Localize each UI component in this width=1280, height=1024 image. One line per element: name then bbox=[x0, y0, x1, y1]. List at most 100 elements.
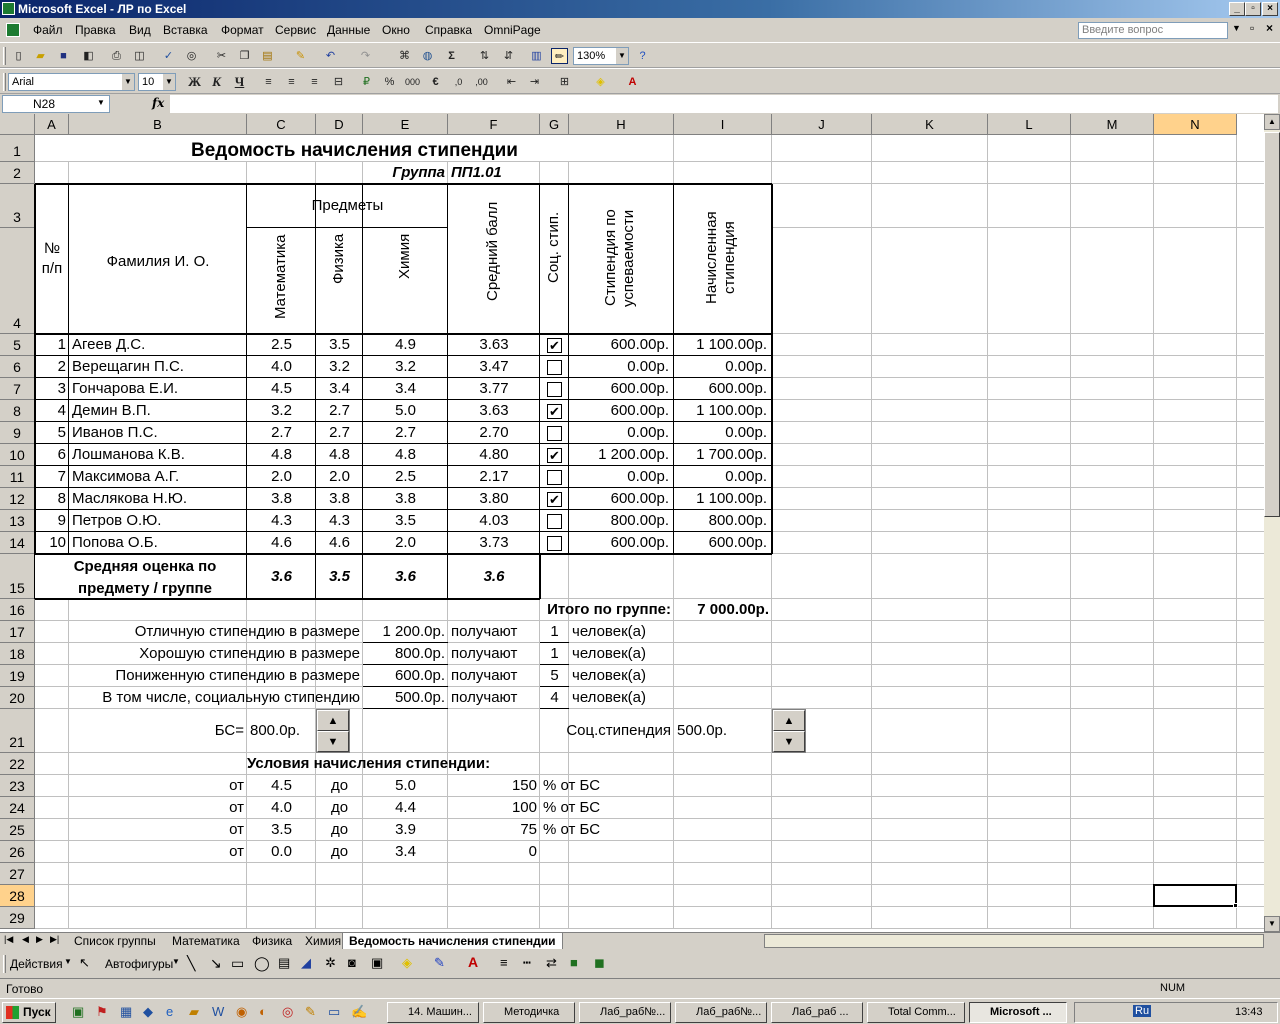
spelling-icon[interactable]: ✓ bbox=[160, 48, 177, 64]
currency-icon[interactable]: ₽ bbox=[358, 74, 375, 90]
increase-indent-icon[interactable]: ⇥ bbox=[526, 74, 543, 90]
menu-tools[interactable]: Сервис bbox=[275, 23, 316, 37]
clipart-icon[interactable]: ◙ bbox=[348, 955, 356, 970]
tab-math[interactable]: Математика bbox=[166, 933, 246, 949]
workbook-icon[interactable] bbox=[6, 23, 20, 37]
scroll-thumb[interactable] bbox=[1264, 132, 1280, 517]
ask-question-input[interactable]: Введите вопрос bbox=[1078, 22, 1228, 39]
function-icon[interactable]: fx bbox=[152, 96, 164, 110]
doc-close-icon[interactable]: × bbox=[1266, 21, 1273, 35]
tab-scholarship[interactable]: Ведомость начисления стипендии bbox=[342, 933, 563, 949]
column-header-F[interactable]: F bbox=[448, 114, 540, 135]
formula-input[interactable] bbox=[170, 95, 1278, 113]
hyperlink-icon[interactable]: ⌘ bbox=[396, 48, 413, 64]
row-header-17[interactable]: 17 bbox=[0, 621, 35, 643]
row-header-9[interactable]: 9 bbox=[0, 422, 35, 444]
diagram-icon[interactable]: ✲ bbox=[325, 955, 336, 971]
worksheet-grid[interactable]: A B C D E F G H I J K L M N 1 2 3 4 5 6 7 8 9 10 11 12 13 14 15 16 17 1… bbox=[0, 114, 1264, 932]
tab-group-list[interactable]: Список группы bbox=[68, 933, 162, 949]
row-header-3[interactable]: 3 bbox=[0, 184, 35, 228]
quicklaunch-app-icon[interactable]: ◆ bbox=[143, 1004, 153, 1020]
open-icon[interactable]: ▰ bbox=[32, 48, 49, 64]
chevron-down-icon[interactable]: ▼ bbox=[122, 74, 134, 90]
task-total-commander[interactable]: Total Comm... bbox=[867, 1002, 965, 1023]
menu-help[interactable]: Справка bbox=[425, 23, 472, 37]
quicklaunch-player-icon[interactable]: ◐ bbox=[259, 1004, 267, 1019]
row-header-5[interactable]: 5 bbox=[0, 334, 35, 356]
quicklaunch-acrobat-icon[interactable]: ◎ bbox=[282, 1004, 293, 1020]
quicklaunch-excel-icon[interactable]: ▣ bbox=[72, 1004, 84, 1020]
copy-icon[interactable]: ❐ bbox=[236, 48, 253, 64]
select-all-corner[interactable] bbox=[0, 114, 35, 135]
name-box[interactable]: N28 bbox=[2, 95, 110, 113]
oval-icon[interactable]: ◯ bbox=[254, 955, 270, 972]
line-color-icon[interactable]: ✎ bbox=[434, 955, 445, 971]
doc-restore-icon[interactable]: ▫ bbox=[1250, 21, 1254, 35]
arrow-icon[interactable]: ↘ bbox=[210, 955, 222, 972]
toolbar-grip[interactable] bbox=[3, 73, 6, 91]
picture-icon[interactable]: ▣ bbox=[371, 955, 383, 971]
row-header-14[interactable]: 14 bbox=[0, 532, 35, 554]
menu-view[interactable]: Вид bbox=[129, 23, 151, 37]
autoshapes-menu[interactable]: Автофигуры bbox=[105, 957, 173, 971]
social-checkbox[interactable]: ✔ bbox=[547, 404, 562, 419]
vertical-scrollbar[interactable]: ▲ ▼ bbox=[1264, 114, 1280, 932]
menu-data[interactable]: Данные bbox=[327, 23, 370, 37]
social-checkbox[interactable] bbox=[547, 536, 562, 551]
row-header-27[interactable]: 27 bbox=[0, 863, 35, 885]
social-checkbox[interactable] bbox=[547, 382, 562, 397]
task-microsoft-excel[interactable]: Microsoft ... bbox=[969, 1002, 1067, 1023]
row-header-23[interactable]: 23 bbox=[0, 775, 35, 797]
menu-file[interactable]: Файл bbox=[33, 23, 63, 37]
column-header-E[interactable]: E bbox=[363, 114, 448, 135]
actions-menu[interactable]: Действия bbox=[10, 957, 63, 971]
row-header-28[interactable]: 28 bbox=[0, 885, 35, 907]
row-header-8[interactable]: 8 bbox=[0, 400, 35, 422]
align-left-icon[interactable]: ≡ bbox=[260, 74, 277, 90]
quicklaunch-word-icon[interactable]: W bbox=[212, 1004, 224, 1019]
rectangle-icon[interactable]: ▭ bbox=[231, 955, 244, 972]
chevron-down-icon[interactable]: ▼ bbox=[64, 957, 72, 966]
quicklaunch-tool-icon[interactable]: ✎ bbox=[305, 1004, 316, 1020]
row-header-6[interactable]: 6 bbox=[0, 356, 35, 378]
column-header-G[interactable]: G bbox=[540, 114, 569, 135]
column-header-M[interactable]: M bbox=[1071, 114, 1154, 135]
row-header-10[interactable]: 10 bbox=[0, 444, 35, 466]
column-header-D[interactable]: D bbox=[316, 114, 363, 135]
print-icon[interactable]: ⎙ bbox=[108, 48, 125, 64]
next-sheet-icon[interactable]: ▶ bbox=[36, 934, 43, 945]
social-checkbox[interactable] bbox=[547, 514, 562, 529]
permission-icon[interactable]: ◧ bbox=[80, 48, 97, 64]
base-stipend-spinner[interactable]: ▲ ▼ bbox=[316, 709, 350, 753]
column-header-L[interactable]: L bbox=[988, 114, 1071, 135]
column-header-K[interactable]: K bbox=[872, 114, 988, 135]
chevron-down-icon[interactable]: ▼ bbox=[172, 957, 180, 966]
row-header-26[interactable]: 26 bbox=[0, 841, 35, 863]
row-header-11[interactable]: 11 bbox=[0, 466, 35, 488]
spin-up-icon[interactable]: ▲ bbox=[773, 710, 805, 731]
format-painter-icon[interactable]: ✎ bbox=[292, 48, 309, 64]
bold-icon[interactable]: Ж bbox=[186, 74, 203, 90]
new-icon[interactable]: ▯ bbox=[10, 48, 27, 64]
column-header-I[interactable]: I bbox=[674, 114, 772, 135]
tab-chemistry[interactable]: Химия bbox=[299, 933, 347, 949]
selected-cell-n28[interactable] bbox=[1153, 884, 1237, 907]
align-center-icon[interactable]: ≡ bbox=[283, 74, 300, 90]
prev-sheet-icon[interactable]: ◀ bbox=[22, 934, 29, 945]
quicklaunch-media-icon[interactable]: ◉ bbox=[236, 1004, 247, 1020]
quicklaunch-flag-icon[interactable]: ⚑ bbox=[96, 1004, 108, 1020]
start-button[interactable]: Пуск bbox=[2, 1002, 56, 1023]
euro-icon[interactable]: € bbox=[427, 74, 444, 90]
column-header-B[interactable]: B bbox=[69, 114, 247, 135]
merge-center-icon[interactable]: ⊟ bbox=[330, 74, 347, 90]
column-header-C[interactable]: C bbox=[247, 114, 316, 135]
social-checkbox[interactable]: ✔ bbox=[547, 338, 562, 353]
close-button[interactable]: × bbox=[1262, 2, 1278, 16]
scroll-down-icon[interactable]: ▼ bbox=[1264, 916, 1280, 932]
row-header-21[interactable]: 21 bbox=[0, 709, 35, 753]
task-lab-rab-1[interactable]: Лаб_раб№... bbox=[579, 1002, 671, 1023]
wordart-icon[interactable]: ◢ bbox=[301, 955, 311, 971]
web-icon[interactable]: ◍ bbox=[419, 48, 436, 64]
row-header-19[interactable]: 19 bbox=[0, 665, 35, 687]
decrease-indent-icon[interactable]: ⇤ bbox=[503, 74, 520, 90]
